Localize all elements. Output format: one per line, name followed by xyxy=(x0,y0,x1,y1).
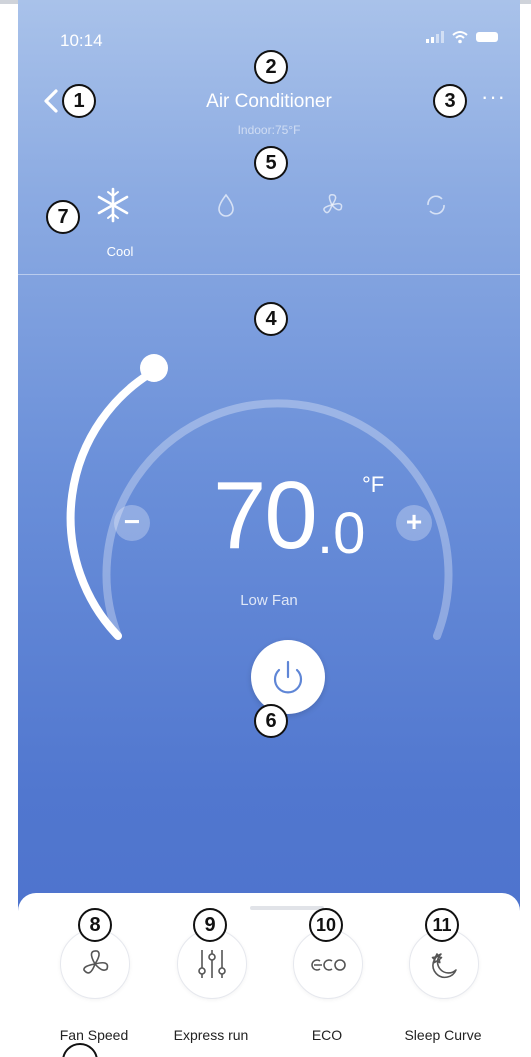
callout-badge: 11 xyxy=(425,908,459,942)
temperature-dial[interactable] xyxy=(18,0,520,900)
decrease-temp-button[interactable]: − xyxy=(114,505,150,541)
fan-speed-label: Fan Speed xyxy=(59,1027,129,1043)
callout-badge: 2 xyxy=(254,50,288,84)
power-button[interactable] xyxy=(251,640,325,714)
set-temperature: 70 xyxy=(213,462,318,569)
fan-mode-label: Low Fan xyxy=(240,592,298,609)
express-run-label: Express run xyxy=(173,1027,249,1043)
eco-label: ECO xyxy=(311,1027,343,1043)
power-icon xyxy=(273,660,303,694)
callout-badge: 7 xyxy=(46,200,80,234)
sleep-curve-label: Sleep Curve xyxy=(404,1027,482,1043)
callout-badge: 6 xyxy=(254,704,288,738)
callout-badge: 3 xyxy=(433,84,467,118)
callout-badge: 4 xyxy=(254,302,288,336)
app-screen: 10:14 Air Conditioner Indoor:75°F ··· Co… xyxy=(18,0,520,1057)
increase-temp-button[interactable]: + xyxy=(396,505,432,541)
sheet-handle[interactable] xyxy=(250,906,324,910)
callout-badge: 10 xyxy=(309,908,343,942)
callout-badge: 1 xyxy=(62,84,96,118)
callout-badge: 9 xyxy=(193,908,227,942)
callout-badge: 8 xyxy=(78,908,112,942)
set-temperature-decimal: .0 xyxy=(317,501,366,566)
temperature-unit: °F xyxy=(362,472,385,497)
callout-badge: 5 xyxy=(254,146,288,180)
dial-handle[interactable] xyxy=(140,354,168,382)
